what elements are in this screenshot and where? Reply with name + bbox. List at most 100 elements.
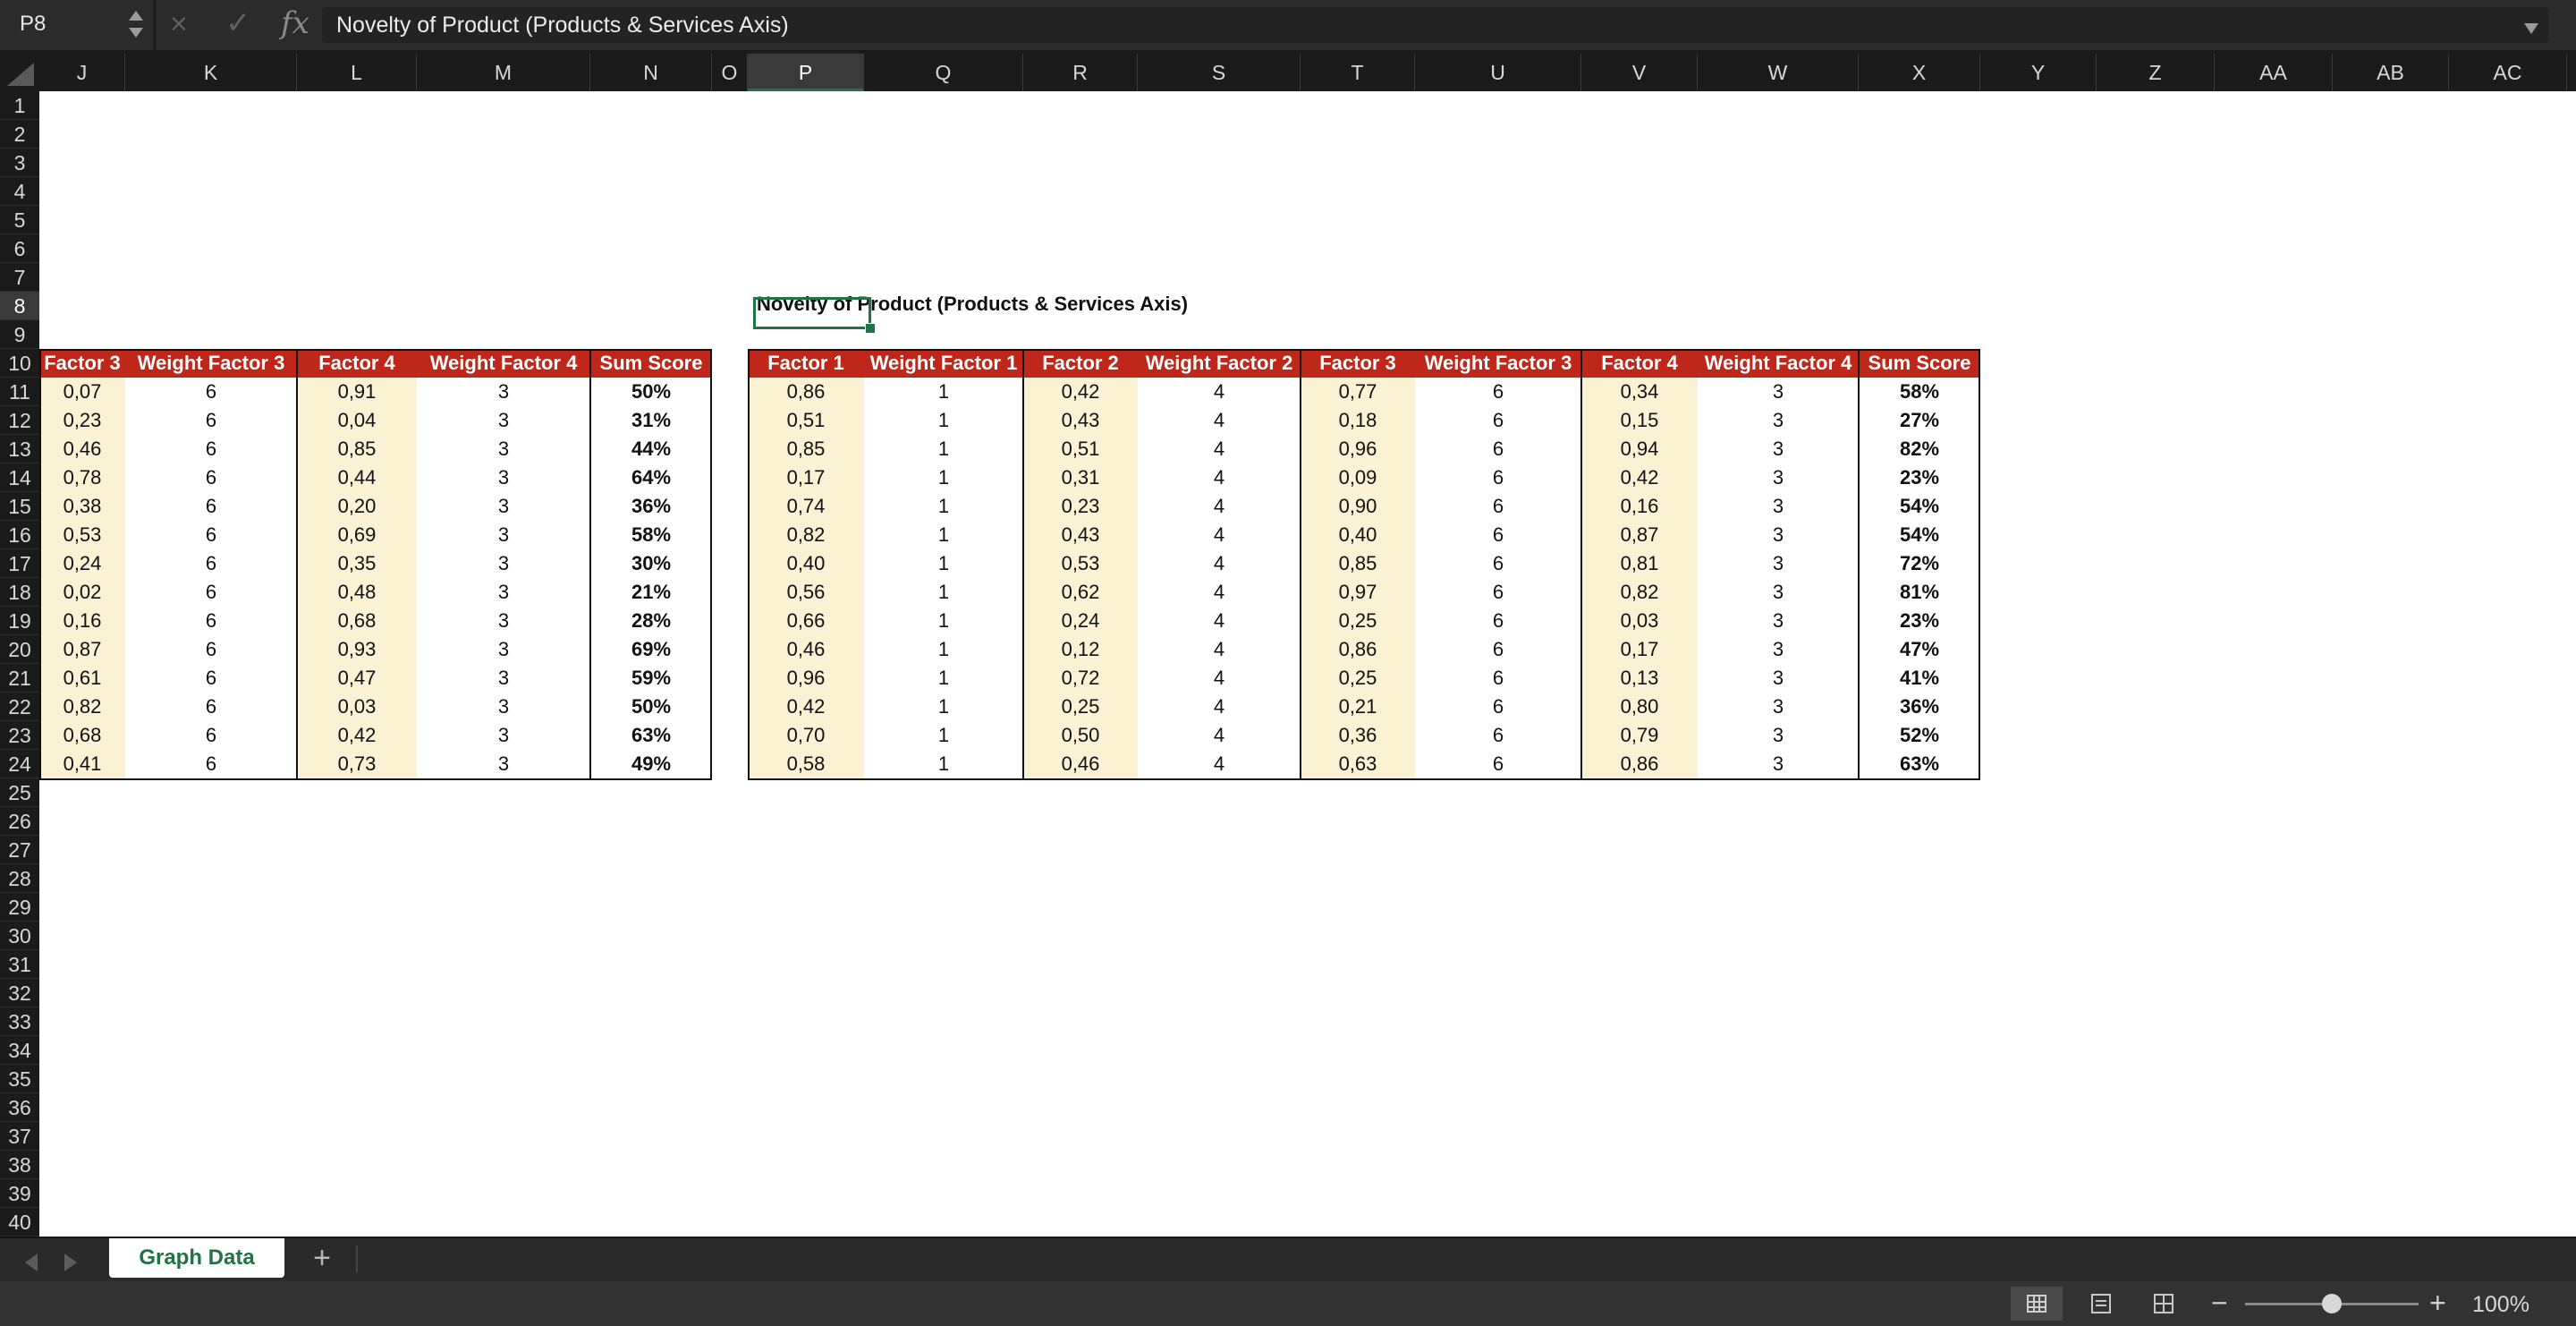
row-header-14[interactable]: 14 (0, 463, 39, 492)
table-cell[interactable]: 6 (125, 693, 297, 721)
table-cell[interactable]: 27% (1859, 406, 1980, 435)
table-cell[interactable]: 4 (1138, 693, 1301, 721)
table-cell[interactable]: 6 (125, 664, 297, 693)
table-cell[interactable]: 0,03 (1581, 607, 1698, 635)
column-header-l[interactable]: L (297, 54, 417, 91)
table-cell[interactable]: 0,78 (39, 463, 125, 492)
table-cell[interactable]: 0,70 (748, 721, 864, 750)
table-cell[interactable]: 6 (1415, 521, 1581, 549)
table-cell[interactable]: 0,46 (1023, 750, 1138, 778)
table-cell[interactable]: 0,62 (1023, 578, 1138, 607)
table-cell[interactable]: 0,36 (1301, 721, 1415, 750)
row-header-21[interactable]: 21 (0, 664, 39, 693)
column-header-o[interactable]: O (712, 54, 748, 91)
table-cell[interactable]: 6 (1415, 492, 1581, 521)
table-cell[interactable]: 3 (1698, 378, 1859, 406)
table-cell[interactable]: 6 (125, 492, 297, 521)
column-header-s[interactable]: S (1138, 54, 1301, 91)
table-cell[interactable]: 0,46 (748, 635, 864, 664)
table-cell[interactable]: 3 (1698, 607, 1859, 635)
table-cell[interactable]: 1 (864, 435, 1023, 463)
table-cell[interactable]: 1 (864, 549, 1023, 578)
table-cell[interactable]: 6 (1415, 750, 1581, 778)
row-header-24[interactable]: 24 (0, 750, 39, 778)
table-cell[interactable]: 3 (417, 435, 590, 463)
table-cell[interactable]: 63% (590, 721, 712, 750)
table-cell[interactable]: 3 (417, 492, 590, 521)
table-cell[interactable]: 1 (864, 693, 1023, 721)
table-cell[interactable]: 0,53 (39, 521, 125, 549)
table-cell[interactable]: 0,85 (748, 435, 864, 463)
table-header-cell[interactable]: Factor 3 (1301, 349, 1415, 378)
table-cell[interactable]: 6 (125, 435, 297, 463)
table-cell[interactable]: 6 (1415, 578, 1581, 607)
table-cell[interactable]: 3 (417, 635, 590, 664)
row-header-38[interactable]: 38 (0, 1151, 39, 1179)
table-cell[interactable]: 0,53 (1023, 549, 1138, 578)
table-cell[interactable]: 0,35 (297, 549, 417, 578)
row-header-29[interactable]: 29 (0, 893, 39, 922)
table-cell[interactable]: 0,41 (39, 750, 125, 778)
table-cell[interactable]: 4 (1138, 549, 1301, 578)
table-cell[interactable]: 0,16 (1581, 492, 1698, 521)
row-header-10[interactable]: 10 (0, 349, 39, 378)
table-cell[interactable]: 3 (1698, 635, 1859, 664)
table-cell[interactable]: 50% (590, 378, 712, 406)
row-header-15[interactable]: 15 (0, 492, 39, 521)
table-cell[interactable]: 0,56 (748, 578, 864, 607)
table-cell[interactable]: 0,12 (1023, 635, 1138, 664)
column-header-m[interactable]: M (417, 54, 590, 91)
table-cell[interactable]: 4 (1138, 378, 1301, 406)
row-header-37[interactable]: 37 (0, 1122, 39, 1151)
column-header-v[interactable]: V (1581, 54, 1698, 91)
table-cell[interactable]: 6 (1415, 635, 1581, 664)
row-header-6[interactable]: 6 (0, 234, 39, 263)
row-header-22[interactable]: 22 (0, 693, 39, 721)
table-cell[interactable]: 0,43 (1023, 521, 1138, 549)
table-cell[interactable]: 4 (1138, 463, 1301, 492)
table-cell[interactable]: 1 (864, 578, 1023, 607)
table-cell[interactable]: 4 (1138, 664, 1301, 693)
table-cell[interactable]: 1 (864, 378, 1023, 406)
fill-handle[interactable] (865, 323, 876, 334)
table-cell[interactable]: 6 (1415, 549, 1581, 578)
table-cell[interactable]: 0,24 (39, 549, 125, 578)
row-header-20[interactable]: 20 (0, 635, 39, 664)
table-cell[interactable]: 3 (417, 463, 590, 492)
row-header-1[interactable]: 1 (0, 91, 39, 120)
table-cell[interactable]: 3 (1698, 750, 1859, 778)
table-cell[interactable]: 0,79 (1581, 721, 1698, 750)
table-cell[interactable]: 0,40 (1301, 521, 1415, 549)
page-break-view-button[interactable] (2138, 1287, 2190, 1321)
table-cell[interactable]: 0,82 (1581, 578, 1698, 607)
table-cell[interactable]: 6 (1415, 463, 1581, 492)
column-header-u[interactable]: U (1415, 54, 1581, 91)
table-cell[interactable]: 6 (1415, 607, 1581, 635)
row-header-26[interactable]: 26 (0, 807, 39, 836)
accept-icon[interactable]: ✓ (225, 5, 251, 41)
table-cell[interactable]: 3 (1698, 463, 1859, 492)
table-header-cell[interactable]: Weight Factor 1 (864, 349, 1023, 378)
table-cell[interactable]: 6 (125, 635, 297, 664)
table-cell[interactable]: 0,96 (748, 664, 864, 693)
table-cell[interactable]: 4 (1138, 607, 1301, 635)
table-cell[interactable]: 49% (590, 750, 712, 778)
table-cell[interactable]: 3 (1698, 578, 1859, 607)
formula-input[interactable]: Novelty of Product (Products & Services … (322, 7, 2549, 43)
row-header-36[interactable]: 36 (0, 1093, 39, 1122)
row-header-33[interactable]: 33 (0, 1007, 39, 1036)
name-box-down-icon[interactable] (129, 28, 143, 38)
table-cell[interactable]: 4 (1138, 635, 1301, 664)
table-cell[interactable]: 0,42 (748, 693, 864, 721)
table-cell[interactable]: 6 (1415, 721, 1581, 750)
table-cell[interactable]: 6 (125, 463, 297, 492)
table-cell[interactable]: 0,50 (1023, 721, 1138, 750)
table-header-cell[interactable]: Weight Factor 4 (1698, 349, 1859, 378)
row-header-39[interactable]: 39 (0, 1179, 39, 1208)
row-header-23[interactable]: 23 (0, 721, 39, 750)
column-header-ab[interactable]: AB (2333, 54, 2449, 91)
column-header-j[interactable]: J (39, 54, 125, 91)
table-cell[interactable]: 0,63 (1301, 750, 1415, 778)
table-header-cell[interactable]: Factor 4 (297, 349, 417, 378)
table-cell[interactable]: 0,94 (1581, 435, 1698, 463)
